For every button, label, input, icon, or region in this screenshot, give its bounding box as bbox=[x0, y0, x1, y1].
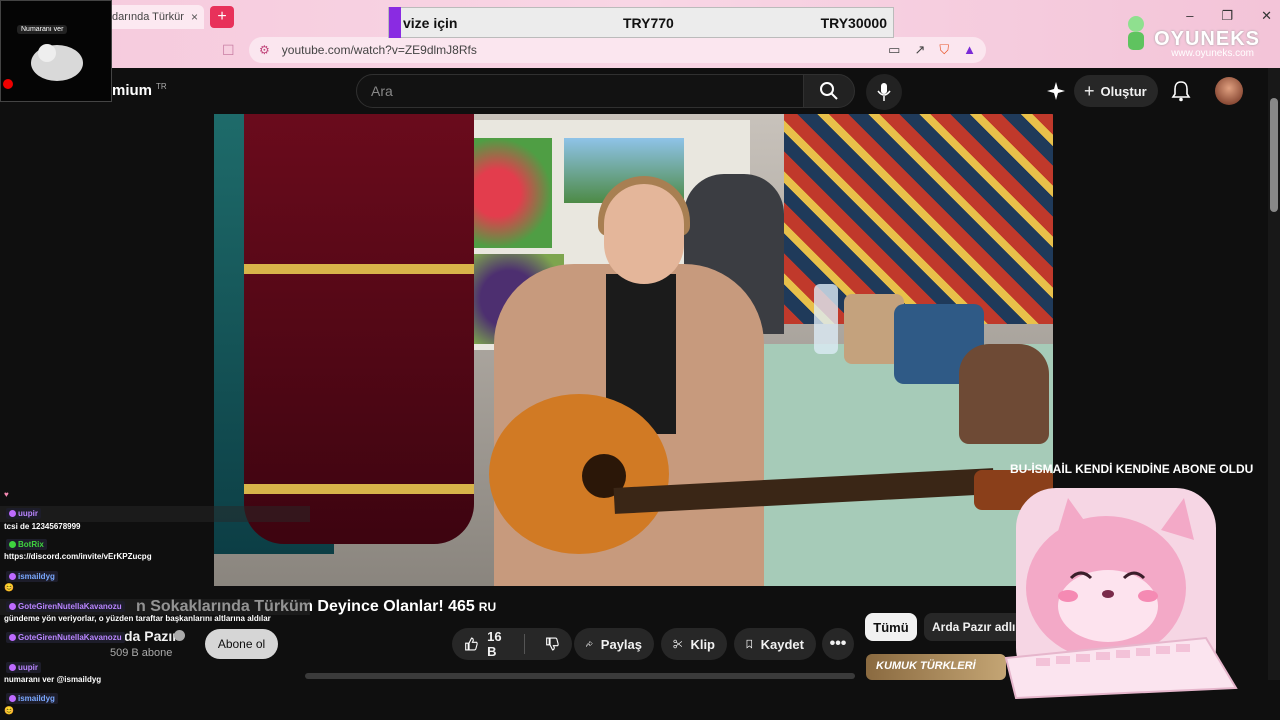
browser-tab[interactable]: darında Türkür × bbox=[106, 5, 204, 29]
like-dislike-group: 16 B bbox=[452, 628, 572, 660]
title-suffix: RU bbox=[478, 600, 497, 614]
like-divider bbox=[524, 634, 525, 654]
cast-icon[interactable]: ▭ bbox=[888, 42, 900, 58]
video-player[interactable] bbox=[214, 114, 1053, 586]
share-button[interactable]: Paylaş bbox=[574, 628, 654, 660]
price-marker bbox=[389, 7, 401, 38]
live-indicator bbox=[3, 79, 13, 89]
webcam-label: Numaranı ver bbox=[17, 25, 68, 34]
subscriber-badge-icon bbox=[9, 664, 16, 672]
more-dots-icon: ••• bbox=[829, 635, 847, 652]
pink-mascot-image bbox=[1004, 488, 1238, 700]
brave-shield-icon[interactable]: ⛉ bbox=[939, 42, 949, 58]
save-button[interactable]: Kaydet bbox=[734, 628, 816, 660]
thumbs-up-icon[interactable] bbox=[464, 635, 479, 653]
voice-search-button[interactable] bbox=[866, 74, 902, 110]
save-label: Kaydet bbox=[760, 636, 804, 652]
bot-badge-icon bbox=[9, 541, 16, 549]
stream-notification: BU-İSMAİL KENDİ KENDİNE ABONE OLDU bbox=[1010, 462, 1254, 476]
bookmark-save-icon bbox=[746, 639, 753, 649]
chat-message: 😊 bbox=[4, 583, 14, 592]
chat-username: BotRix bbox=[6, 539, 47, 550]
share-icon bbox=[586, 640, 593, 647]
clip-button[interactable]: Klip bbox=[661, 628, 727, 660]
tab-close-icon[interactable]: × bbox=[191, 10, 198, 24]
chat-username: uupir bbox=[6, 508, 41, 519]
logo-site: www.oyuneks.com bbox=[1171, 48, 1254, 59]
new-tab-button[interactable]: + bbox=[210, 6, 234, 28]
guitar-body bbox=[489, 394, 669, 554]
clip-label: Klip bbox=[690, 636, 715, 652]
rewards-icon[interactable]: ▲ bbox=[963, 42, 976, 58]
thumbs-down-icon[interactable] bbox=[545, 635, 560, 653]
chat-emote-icon: ♥ bbox=[4, 490, 9, 499]
related-thumb-text: KUMUK TÜRKLERİ bbox=[876, 660, 976, 672]
scissors-icon bbox=[673, 639, 683, 649]
stream-chat: ♥ uupir tcsi de 12345678999 BotRix https… bbox=[0, 488, 310, 720]
description-preview[interactable] bbox=[305, 673, 855, 679]
microphone-icon bbox=[877, 83, 891, 101]
create-button[interactable]: + Oluştur bbox=[1074, 75, 1158, 107]
water-bottle bbox=[814, 284, 838, 354]
notifications-bell-icon[interactable] bbox=[1170, 80, 1192, 102]
cat-image bbox=[31, 44, 83, 81]
sparkle-icon[interactable] bbox=[1044, 80, 1068, 102]
oyuneks-logo: OYUNEKS www.oyuneks.com bbox=[1120, 10, 1260, 60]
related-video-thumbnail[interactable]: KUMUK TÜRKLERİ bbox=[866, 654, 1006, 680]
price-try-770: TRY770 bbox=[623, 14, 674, 31]
chat-username: uupir bbox=[6, 662, 41, 673]
chat-username: GoteGirenNutellaKavanozu bbox=[6, 632, 125, 643]
url-text: youtube.com/watch?v=ZE9dlmJ8Rfs bbox=[281, 43, 477, 57]
address-bar[interactable]: ⚙ youtube.com/watch?v=ZE9dlmJ8Rfs ▭ ↗ ⛉ … bbox=[249, 37, 986, 63]
chat-message: gündeme yön veriyorlar, o yüzden tarafta… bbox=[4, 614, 271, 623]
chip-all[interactable]: Tümü bbox=[865, 613, 917, 641]
subscriber-badge-icon bbox=[9, 634, 16, 642]
chat-username: GoteGirenNutellaKavanozu bbox=[6, 601, 125, 612]
like-count[interactable]: 16 B bbox=[487, 629, 510, 659]
site-settings-icon[interactable]: ⚙ bbox=[259, 43, 270, 57]
close-window-button[interactable]: ✕ bbox=[1261, 8, 1272, 24]
search-input[interactable]: Ara bbox=[356, 74, 804, 108]
subscriber-badge-icon bbox=[9, 695, 16, 703]
search-icon bbox=[820, 82, 838, 100]
mascot-logo-icon bbox=[1128, 16, 1144, 50]
chat-message: tcsi de 12345678999 bbox=[4, 522, 81, 531]
velvet-dress bbox=[244, 114, 474, 544]
price-label: vize için bbox=[403, 14, 458, 31]
search-button[interactable] bbox=[803, 74, 855, 108]
scrollbar-thumb[interactable] bbox=[1270, 98, 1278, 212]
price-try-30000: TRY30000 bbox=[820, 14, 887, 31]
subscriber-badge-icon bbox=[9, 510, 16, 518]
price-overlay: vize için TRY770 TRY30000 bbox=[388, 7, 894, 38]
subscriber-badge-icon bbox=[9, 573, 16, 581]
chat-message: https://discord.com/invite/vErKPZucpg bbox=[4, 552, 152, 561]
chat-message: 😊 bbox=[4, 706, 14, 715]
account-avatar[interactable] bbox=[1215, 77, 1243, 105]
dress-band bbox=[244, 264, 474, 274]
subscriber-badge-icon bbox=[9, 603, 16, 611]
youtube-logo[interactable]: mium TR bbox=[112, 82, 167, 99]
singer-face bbox=[604, 184, 684, 284]
chat-row-bg bbox=[0, 506, 310, 522]
share-label: Paylaş bbox=[600, 636, 642, 652]
bookmark-icon[interactable]: ☐ bbox=[222, 42, 236, 58]
share-page-icon[interactable]: ↗ bbox=[914, 42, 925, 58]
plus-icon: + bbox=[1084, 80, 1095, 101]
region-code: TR bbox=[156, 82, 167, 91]
streamer-webcam: Numaranı ver bbox=[0, 0, 112, 102]
chat-message: numaranı ver @ismaildyg bbox=[4, 675, 102, 684]
chat-username: ismaildyg bbox=[6, 693, 58, 704]
chat-username: ismaildyg bbox=[6, 571, 58, 582]
tab-title: darında Türkür bbox=[112, 11, 184, 23]
handbag bbox=[959, 344, 1049, 444]
create-label: Oluştur bbox=[1100, 83, 1147, 99]
youtube-logo-text: mium bbox=[112, 82, 153, 99]
more-actions-button[interactable]: ••• bbox=[822, 628, 854, 660]
